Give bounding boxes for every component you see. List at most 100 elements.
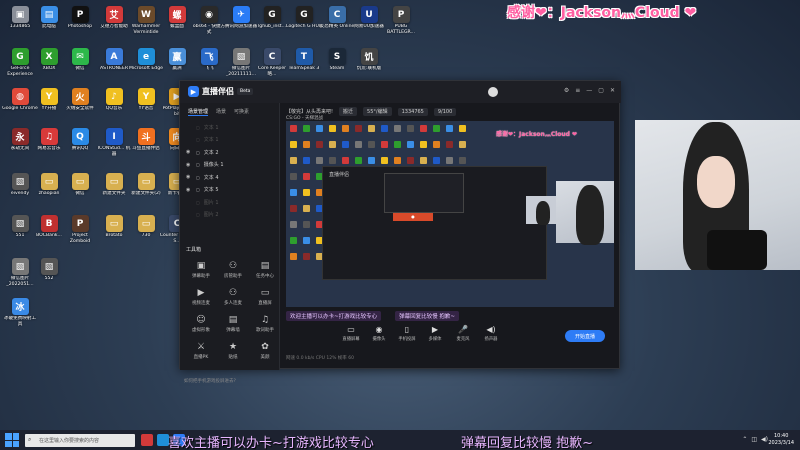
desktop-icon[interactable]: ▭ 微信 bbox=[64, 173, 96, 207]
maximize-icon[interactable]: ▢ bbox=[598, 87, 604, 94]
desktop-icon[interactable]: e Microsoft Edge bbox=[129, 48, 163, 82]
tool-button[interactable]: ▶ 视频连麦 bbox=[186, 288, 216, 314]
desktop-icon[interactable]: 飞飞飞 bbox=[193, 48, 225, 82]
control-button[interactable]: ▭ 直播屏幕 bbox=[340, 325, 362, 342]
scene-item[interactable]: ◉ ▢ 文本 2 bbox=[180, 146, 279, 159]
desktop-icon[interactable]: A ASTRONEER bbox=[98, 48, 130, 82]
control-button[interactable]: ▶ 多媒体 bbox=[424, 325, 446, 342]
control-button[interactable]: ◉ 摄像头 bbox=[368, 325, 390, 342]
desktop-icon[interactable]: 斗斗鱼直播伴侣 bbox=[130, 128, 162, 162]
lock-icon[interactable]: ▢ bbox=[196, 137, 200, 142]
lock-icon[interactable]: ▢ bbox=[196, 162, 200, 167]
lock-icon[interactable]: ▢ bbox=[196, 175, 200, 180]
desktop-icon[interactable]: ✉ 微信 bbox=[64, 48, 96, 82]
lock-icon[interactable]: ▢ bbox=[196, 150, 200, 155]
desktop-icon[interactable]: P Photoshop bbox=[64, 6, 96, 40]
desktop-icon[interactable]: Y YY开播 bbox=[33, 88, 65, 122]
tool-button[interactable]: ⚔ 直播PK bbox=[186, 342, 216, 368]
tool-button[interactable]: ▤ 弹幕墙 bbox=[218, 315, 248, 341]
taskbar-clock[interactable]: 10:40 2023/3/14 bbox=[768, 433, 794, 446]
desktop-icon[interactable]: ▤ 此电脑 bbox=[33, 6, 65, 40]
control-button[interactable]: ▯ 手机投屏 bbox=[396, 325, 418, 342]
help-link[interactable]: 如何把手机游戏投屏进去? bbox=[184, 378, 236, 384]
tool-button[interactable]: ▣ 弹幕助手 bbox=[186, 261, 216, 287]
close-icon[interactable]: ✕ bbox=[610, 87, 615, 94]
desktop-icon[interactable]: X XBOX bbox=[33, 48, 65, 82]
title-row-item[interactable]: 1334765 bbox=[397, 107, 428, 116]
lock-icon[interactable]: ▢ bbox=[196, 212, 200, 217]
desktop-icon[interactable]: ♫ 网易云音乐 bbox=[33, 128, 65, 162]
tool-button[interactable]: ▭ 直播屏 bbox=[250, 288, 280, 314]
chevron-up-icon[interactable]: ⌃ bbox=[742, 436, 747, 443]
sidebar-tab[interactable]: 可换素 bbox=[234, 108, 249, 116]
desktop-icon[interactable]: G Logitech G HUB bbox=[286, 6, 322, 40]
desktop-icon[interactable]: ▭ 新建文件夹 bbox=[98, 173, 130, 207]
desktop-icon[interactable]: ▭ Brotato bbox=[98, 215, 130, 249]
volume-icon[interactable]: ◀) bbox=[761, 436, 768, 443]
desktop-icon[interactable]: ▭ zhaopian bbox=[33, 173, 65, 207]
eye-icon[interactable]: ◉ bbox=[186, 162, 192, 168]
desktop-icon[interactable]: Y YY语音 bbox=[130, 88, 162, 122]
desktop-icon[interactable]: ▧ 552 bbox=[33, 258, 65, 292]
scene-item[interactable]: ▢ 文本 1 bbox=[180, 134, 279, 147]
eye-icon[interactable]: ◉ bbox=[186, 149, 192, 155]
control-button[interactable]: 🎤 麦克风 bbox=[452, 325, 474, 342]
desktop-icon[interactable]: ✈ 腾讯网游加速器 bbox=[225, 6, 257, 40]
title-row-item[interactable]: 搬迁 bbox=[339, 107, 358, 116]
lock-icon[interactable]: ▢ bbox=[196, 125, 200, 130]
desktop-icon[interactable]: 饥饥荒:联机版 bbox=[353, 48, 385, 82]
menu-icon[interactable]: ≡ bbox=[575, 87, 580, 94]
sidebar-tab[interactable]: 场景 bbox=[216, 108, 226, 116]
search-box[interactable]: ⌕ 在这里输入你要搜索的内容 bbox=[25, 433, 135, 447]
scene-item[interactable]: ▢ 文本 1 bbox=[180, 121, 279, 134]
desktop-icon[interactable]: U 网易UU加速器 bbox=[353, 6, 385, 40]
desktop-icon[interactable]: ▭ 新建文件夹(2) bbox=[130, 173, 162, 207]
desktop-icon[interactable]: Glghub_inst... bbox=[256, 6, 288, 40]
title-row-item[interactable]: 55°/编辑 bbox=[363, 107, 392, 116]
lock-icon[interactable]: ▢ bbox=[196, 187, 200, 192]
desktop-icon[interactable]: I ICONStud... 机器 bbox=[98, 128, 130, 162]
desktop-icon[interactable]: P Project Zomboid bbox=[64, 215, 96, 249]
tool-button[interactable]: ⚇ 多人连麦 bbox=[218, 288, 248, 314]
desktop-icon[interactable]: T TeamSpeak 3 bbox=[288, 48, 320, 82]
desktop-icon[interactable]: C Core Keeper 略... bbox=[256, 48, 288, 82]
control-button[interactable]: ◀) 扬声器 bbox=[480, 325, 502, 342]
minimize-icon[interactable]: — bbox=[586, 87, 592, 94]
tool-button[interactable]: ✿ 美颜 bbox=[250, 342, 280, 368]
tool-button[interactable]: ▤ 任务中心 bbox=[250, 261, 280, 287]
desktop-icon[interactable]: 螺螺盒面 bbox=[161, 6, 193, 40]
title-row-item[interactable]: 9/100 bbox=[433, 107, 457, 116]
desktop-icon[interactable]: B BOCBank... bbox=[33, 215, 65, 249]
desktop-icon[interactable]: Q 腾讯QQ bbox=[64, 128, 96, 162]
network-icon[interactable]: ◫ bbox=[751, 436, 757, 443]
desktop-icon[interactable]: 赢赢洲 bbox=[161, 48, 193, 82]
desktop-icon[interactable]: ▧ 微信图片_20211111... bbox=[225, 48, 257, 82]
lock-icon[interactable]: ▢ bbox=[196, 200, 200, 205]
desktop-icon[interactable]: ▭ 730 bbox=[130, 215, 162, 249]
scene-item[interactable]: ▢ 图片 2 bbox=[180, 209, 279, 222]
desktop-icon[interactable]: 艾艾德万智能助 bbox=[98, 6, 130, 40]
settings-icon[interactable]: ⚙ bbox=[564, 87, 569, 94]
start-button[interactable] bbox=[5, 433, 19, 447]
tool-button[interactable]: ★ 贴纸 bbox=[218, 342, 248, 368]
scene-item[interactable]: ◉ ▢ 文本 5 bbox=[180, 184, 279, 197]
desktop-icon[interactable]: C 反恐精英 Online bbox=[320, 6, 354, 40]
desktop-icon[interactable]: P PUBG BATTLEGR... bbox=[385, 6, 417, 40]
eye-icon[interactable]: ◉ bbox=[186, 187, 192, 193]
scene-item[interactable]: ▢ 图片 1 bbox=[180, 196, 279, 209]
scene-item[interactable]: ◉ ▢ 摄像头 1 bbox=[180, 159, 279, 172]
desktop-icon[interactable]: ◉ obs64 - 快捷方式 bbox=[193, 6, 225, 40]
tool-button[interactable]: ⚇ 房管助手 bbox=[218, 261, 248, 287]
eye-icon[interactable]: ◉ bbox=[186, 174, 192, 180]
desktop-icon[interactable]: 冰冰破免费映射工具 bbox=[4, 298, 36, 332]
avatar[interactable] bbox=[488, 87, 498, 97]
start-live-button[interactable]: 开始直播 bbox=[565, 330, 605, 342]
scene-item[interactable]: ◉ ▢ 文本 4 bbox=[180, 171, 279, 184]
desktop-icon[interactable]: 火火绒安全软件 bbox=[64, 88, 96, 122]
tool-button[interactable]: ☺ 虚拟形象 bbox=[186, 315, 216, 341]
desktop-icon[interactable]: S Steam bbox=[321, 48, 353, 82]
sidebar-tab[interactable]: 场景管理 bbox=[188, 108, 209, 116]
desktop-icon[interactable]: ♪ QQ音乐 bbox=[98, 88, 130, 122]
desktop-icon[interactable]: W Warhammer Vermintide bbox=[130, 6, 162, 40]
taskbar-app-icon[interactable] bbox=[141, 434, 153, 446]
